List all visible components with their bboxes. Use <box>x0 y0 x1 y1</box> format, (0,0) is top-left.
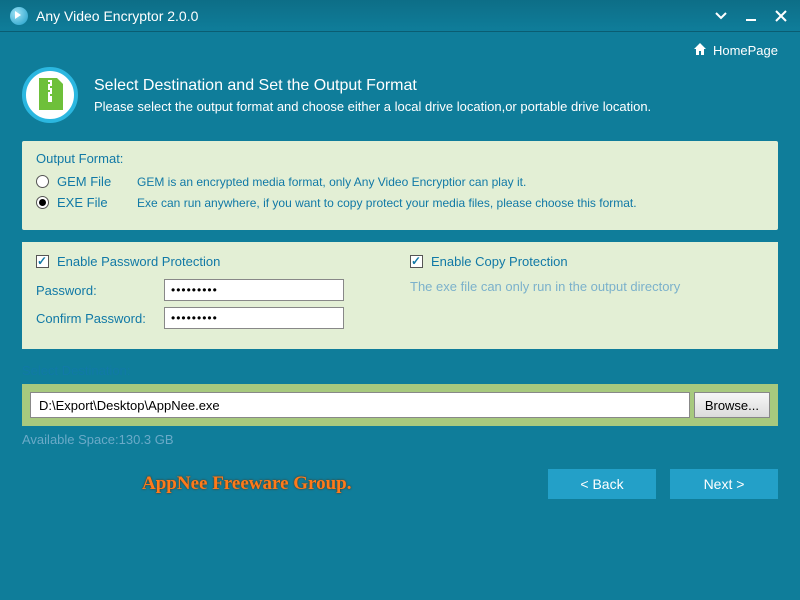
output-format-title: Output Format: <box>36 151 764 166</box>
destination-block: Select Destination: Browse... Available … <box>22 363 778 447</box>
password-protection-label: Enable Password Protection <box>57 254 220 269</box>
output-format-panel: Output Format: GEM File GEM is an encryp… <box>22 141 778 230</box>
protection-panel: Enable Password Protection Password: Con… <box>22 242 778 349</box>
dropdown-icon[interactable] <box>712 7 730 25</box>
zip-icon <box>22 67 78 123</box>
browse-button[interactable]: Browse... <box>694 392 770 418</box>
radio-exe-file[interactable] <box>36 196 49 209</box>
wizard-header: Select Destination and Set the Output Fo… <box>0 59 800 141</box>
radio-gem-desc: GEM is an encrypted media format, only A… <box>137 175 526 189</box>
checkbox-password-protection[interactable] <box>36 255 49 268</box>
page-subtitle: Please select the output format and choo… <box>94 99 651 114</box>
destination-title: Select Destination: <box>22 363 778 378</box>
confirm-password-label: Confirm Password: <box>36 311 164 326</box>
page-title: Select Destination and Set the Output Fo… <box>94 77 651 95</box>
password-label: Password: <box>36 283 164 298</box>
available-space: Available Space:130.3 GB <box>22 432 778 447</box>
app-window: Any Video Encryptor 2.0.0 HomePage Selec… <box>0 0 800 600</box>
homepage-label: HomePage <box>713 43 778 58</box>
watermark: AppNee Freeware Group. <box>142 473 352 495</box>
radio-gem-file[interactable] <box>36 175 49 188</box>
footer: AppNee Freeware Group. < Back Next > <box>0 469 800 513</box>
next-button[interactable]: Next > <box>670 469 778 499</box>
copy-protection-desc: The exe file can only run in the output … <box>410 279 764 294</box>
destination-input[interactable] <box>30 392 690 418</box>
confirm-password-input[interactable] <box>164 307 344 329</box>
app-title: Any Video Encryptor 2.0.0 <box>36 8 198 24</box>
minimize-button[interactable] <box>742 7 760 25</box>
homepage-link[interactable]: HomePage <box>693 42 778 59</box>
copy-protection-label: Enable Copy Protection <box>431 254 568 269</box>
radio-gem-label: GEM File <box>57 174 137 189</box>
radio-exe-label: EXE File <box>57 195 137 210</box>
titlebar: Any Video Encryptor 2.0.0 <box>0 0 800 32</box>
app-icon <box>10 7 28 25</box>
password-input[interactable] <box>164 279 344 301</box>
radio-exe-desc: Exe can run anywhere, if you want to cop… <box>137 196 637 210</box>
close-button[interactable] <box>772 7 790 25</box>
back-button[interactable]: < Back <box>548 469 656 499</box>
home-icon <box>693 42 707 59</box>
checkbox-copy-protection[interactable] <box>410 255 423 268</box>
